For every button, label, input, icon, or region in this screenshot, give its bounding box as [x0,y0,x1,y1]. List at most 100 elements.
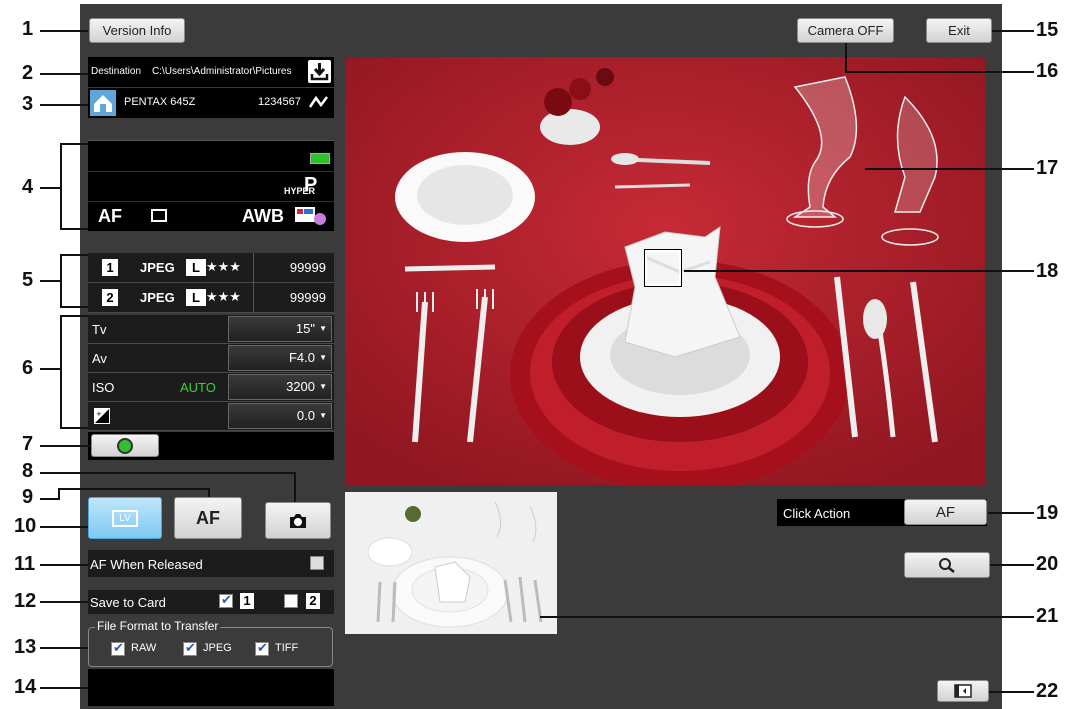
card-slot-1-row: 1 JPEG L ★★★ 99999 [88,253,334,283]
leader-bracket [60,315,88,317]
save-card-1-checkbox[interactable] [219,592,233,608]
callout-number: 14 [14,676,37,698]
af-button[interactable]: AF [174,497,242,539]
callout-number: 20 [1036,553,1059,575]
af-when-released-row: AF When Released [88,550,334,577]
raw-checkbox[interactable] [111,640,125,656]
av-value: F4.0 [288,350,315,365]
iso-dropdown[interactable]: 3200 ▼ [228,374,332,400]
callout-number: 4 [22,176,34,198]
drive-mode-icon [151,209,167,222]
destination-panel: Destination C:\Users\Administrator\Pictu… [88,57,334,87]
callout-number: 9 [22,486,34,508]
sidebar-toggle-icon [954,684,972,698]
callout-number: 17 [1036,157,1059,179]
lv-label: LV [112,510,138,527]
message-panel [88,669,334,706]
callout-number: 12 [14,590,37,612]
av-dropdown[interactable]: F4.0 ▼ [228,345,332,371]
download-icon[interactable] [308,60,331,83]
callout-number: 19 [1036,502,1059,524]
callout-number: 8 [22,460,34,482]
af-when-released-checkbox[interactable] [310,556,324,570]
shutter-button[interactable] [265,502,331,539]
leader-line [40,104,88,106]
leader-bracket [60,254,62,308]
exposure-compensation-icon: + [94,408,110,424]
ev-dropdown[interactable]: 0.0 ▼ [228,403,332,429]
save-card-2-checkbox[interactable] [284,594,298,608]
record-button[interactable] [91,434,159,457]
jpeg-checkbox[interactable] [183,640,197,656]
callout-number: 22 [1036,680,1059,702]
leader-line [40,647,88,649]
raw-label: RAW [131,642,157,654]
leader-line [40,687,88,689]
iso-auto-label: AUTO [180,380,216,395]
camera-connected-icon [90,90,116,116]
leader-bracket [60,228,88,230]
leader-line [540,616,1034,618]
destination-path[interactable]: C:\Users\Administrator\Pictures [152,66,291,77]
exit-button[interactable]: Exit [926,18,992,43]
camera-panel: PENTAX 645Z 1234567 [88,88,334,118]
exposure-mode: P [304,174,318,196]
af-frame[interactable] [644,249,682,287]
focus-mode: AF [98,206,122,226]
leader-line [989,691,1034,693]
chevron-down-icon: ▼ [319,324,327,333]
custom-image-icon [294,206,328,226]
tiff-checkbox[interactable] [255,640,269,656]
leader-line [40,280,60,282]
slot-2-size: L [186,289,206,306]
divider [253,283,254,313]
callout-number: 1 [22,18,34,40]
divider [88,201,334,202]
callout-number: 13 [14,636,37,658]
green-led-icon [117,437,133,454]
leader-line [992,30,1034,32]
camera-off-button[interactable]: Camera OFF [797,18,894,43]
af-when-released-label: AF When Released [90,557,203,572]
tv-dropdown[interactable]: 15" ▼ [228,316,332,342]
leader-line [40,526,88,528]
leader-line [865,168,1034,170]
leader-line [40,30,88,32]
svg-text:+: + [96,410,102,418]
click-action-button[interactable]: AF [904,499,987,525]
version-info-button[interactable]: Version Info [89,18,185,43]
card-2-icon: 2 [306,593,320,609]
chevron-down-icon: ▼ [319,353,327,362]
leader-line [58,488,210,490]
chevron-down-icon: ▼ [319,382,327,391]
leader-line [40,445,91,447]
leader-line [684,270,1034,272]
slot-1-icon: 1 [102,259,118,276]
callout-number: 2 [22,62,34,84]
callout-number: 5 [22,269,34,291]
leader-line [988,512,1034,514]
battery-icon [310,153,330,164]
slot-2-format: JPEG [140,290,175,305]
callout-number: 15 [1036,19,1059,41]
tv-value: 15" [295,321,315,336]
zoom-button[interactable] [904,552,990,578]
camera-serial: 1234567 [258,96,301,108]
preview-thumbnail[interactable] [345,492,557,634]
callout-number: 7 [22,433,34,455]
file-format-legend: File Format to Transfer [95,619,221,633]
search-icon [939,558,955,573]
ev-value: 0.0 [296,408,315,423]
leader-line [845,43,847,73]
callout-number: 18 [1036,260,1059,282]
jpeg-label: JPEG [203,642,232,654]
panel-toggle-button[interactable] [937,680,989,702]
white-balance: AWB [242,206,284,226]
camera-status-panel: HYPER P AF AWB [88,140,334,231]
leader-bracket [60,315,62,429]
leader-line [845,71,1034,73]
destination-label: Destination [91,66,142,77]
callout-number: 10 [14,515,37,537]
live-view-button[interactable]: LV [88,497,162,539]
leader-line [40,73,88,75]
